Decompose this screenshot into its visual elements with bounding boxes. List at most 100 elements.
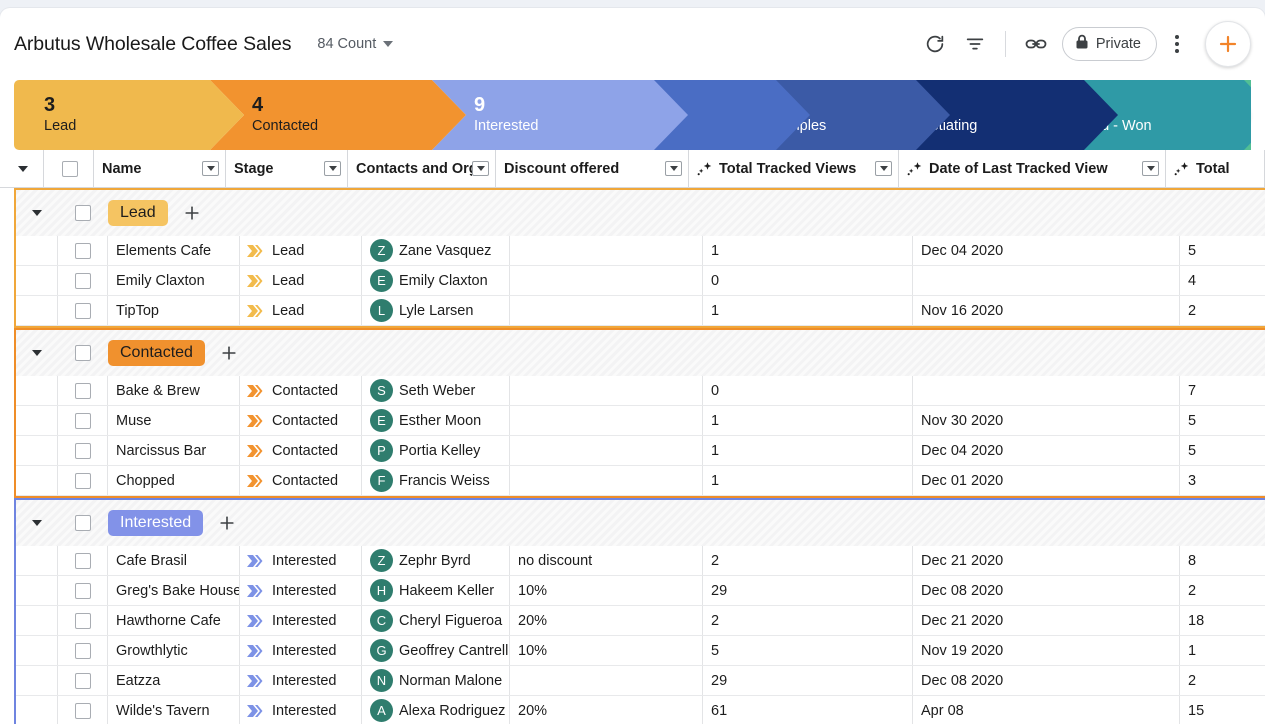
cell-contact[interactable]: PPortia Kelley: [362, 436, 510, 465]
cell-name[interactable]: Muse: [108, 406, 240, 435]
cell-name[interactable]: Emily Claxton: [108, 266, 240, 295]
cell-discount[interactable]: [510, 266, 703, 295]
checkbox-icon[interactable]: [75, 583, 91, 599]
record-count-selector[interactable]: 84 Count: [317, 36, 393, 52]
table-row[interactable]: ChoppedContactedFFrancis Weiss1Dec 01 20…: [16, 466, 1265, 496]
cell-total[interactable]: 5: [1180, 406, 1265, 435]
cell-total[interactable]: 7: [1180, 376, 1265, 405]
column-menu-icon[interactable]: [665, 161, 682, 176]
cell-discount[interactable]: 10%: [510, 636, 703, 665]
cell-contact[interactable]: GGeoffrey Cantrell: [362, 636, 510, 665]
cell-name[interactable]: Bake & Brew: [108, 376, 240, 405]
cell-contact[interactable]: HHakeem Keller: [362, 576, 510, 605]
cell-total[interactable]: 5: [1180, 236, 1265, 265]
row-handle[interactable]: [16, 606, 58, 635]
cell-total-tracked-views[interactable]: 1: [703, 406, 913, 435]
group-header-contacted[interactable]: Contacted: [16, 330, 1265, 376]
cell-discount[interactable]: [510, 406, 703, 435]
cell-total[interactable]: 3: [1180, 466, 1265, 495]
funnel-segment-contacted[interactable]: 4Contacted: [210, 80, 466, 150]
cell-discount[interactable]: [510, 296, 703, 325]
funnel-segment-interested[interactable]: 9Interested: [432, 80, 688, 150]
column-header-date-of-last-tracked-view[interactable]: Date of Last Tracked View: [899, 150, 1166, 187]
row-select-checkbox[interactable]: [58, 666, 108, 695]
row-select-checkbox[interactable]: [58, 606, 108, 635]
row-select-checkbox[interactable]: [58, 296, 108, 325]
cell-date-last-tracked-view[interactable]: Dec 08 2020: [913, 576, 1180, 605]
cell-date-last-tracked-view[interactable]: Nov 16 2020: [913, 296, 1180, 325]
cell-discount[interactable]: [510, 236, 703, 265]
checkbox-icon[interactable]: [75, 643, 91, 659]
table-row[interactable]: Bake & BrewContactedSSeth Weber07: [16, 376, 1265, 406]
cell-date-last-tracked-view[interactable]: [913, 376, 1180, 405]
cell-total-tracked-views[interactable]: 2: [703, 606, 913, 635]
column-header-name[interactable]: Name: [94, 150, 226, 187]
checkbox-icon[interactable]: [75, 273, 91, 289]
row-select-checkbox[interactable]: [58, 266, 108, 295]
cell-stage[interactable]: Interested: [240, 636, 362, 665]
row-handle[interactable]: [16, 266, 58, 295]
cell-stage[interactable]: Contacted: [240, 376, 362, 405]
cell-date-last-tracked-view[interactable]: Dec 04 2020: [913, 236, 1180, 265]
table-row[interactable]: Hawthorne CafeInterestedCCheryl Figueroa…: [16, 606, 1265, 636]
link-icon[interactable]: [1016, 24, 1056, 64]
column-menu-icon[interactable]: [202, 161, 219, 176]
cell-date-last-tracked-view[interactable]: Nov 30 2020: [913, 406, 1180, 435]
checkbox-icon[interactable]: [75, 613, 91, 629]
cell-date-last-tracked-view[interactable]: Dec 04 2020: [913, 436, 1180, 465]
cell-contact[interactable]: LLyle Larsen: [362, 296, 510, 325]
privacy-button[interactable]: Private: [1062, 27, 1157, 61]
cell-discount[interactable]: [510, 466, 703, 495]
group-select-checkbox[interactable]: [58, 515, 108, 531]
row-select-checkbox[interactable]: [58, 636, 108, 665]
group-collapse-toggle[interactable]: [16, 210, 58, 216]
group-select-checkbox[interactable]: [58, 205, 108, 221]
cell-stage[interactable]: Contacted: [240, 406, 362, 435]
table-row[interactable]: Wilde's TavernInterestedAAlexa Rodriguez…: [16, 696, 1265, 724]
checkbox-icon[interactable]: [75, 243, 91, 259]
cell-total[interactable]: 2: [1180, 576, 1265, 605]
cell-name[interactable]: Narcissus Bar: [108, 436, 240, 465]
cell-contact[interactable]: AAlexa Rodriguez: [362, 696, 510, 724]
cell-contact[interactable]: FFrancis Weiss: [362, 466, 510, 495]
row-handle[interactable]: [16, 376, 58, 405]
row-select-checkbox[interactable]: [58, 696, 108, 724]
cell-total[interactable]: 1: [1180, 636, 1265, 665]
cell-name[interactable]: Eatzza: [108, 666, 240, 695]
cell-stage[interactable]: Interested: [240, 666, 362, 695]
cell-name[interactable]: Cafe Brasil: [108, 546, 240, 575]
cell-date-last-tracked-view[interactable]: Apr 08: [913, 696, 1180, 724]
cell-total-tracked-views[interactable]: 1: [703, 296, 913, 325]
cell-total-tracked-views[interactable]: 5: [703, 636, 913, 665]
table-row[interactable]: MuseContactedEEsther Moon 1Nov 30 20205: [16, 406, 1265, 436]
row-handle[interactable]: [16, 636, 58, 665]
cell-discount[interactable]: 20%: [510, 696, 703, 724]
cell-stage[interactable]: Lead: [240, 296, 362, 325]
cell-total[interactable]: 18: [1180, 606, 1265, 635]
table-row[interactable]: TipTopLeadLLyle Larsen1Nov 16 20202: [16, 296, 1265, 326]
cell-contact[interactable]: NNorman Malone: [362, 666, 510, 695]
column-header-contacts-and-organizations[interactable]: Contacts and Orga: [348, 150, 496, 187]
collapse-all-icon[interactable]: [18, 166, 28, 172]
cell-discount[interactable]: no discount: [510, 546, 703, 575]
group-header-lead[interactable]: Lead: [16, 190, 1265, 236]
cell-date-last-tracked-view[interactable]: Dec 21 2020: [913, 606, 1180, 635]
checkbox-icon[interactable]: [75, 413, 91, 429]
column-header-stage[interactable]: Stage: [226, 150, 348, 187]
checkbox-icon[interactable]: [75, 553, 91, 569]
cell-date-last-tracked-view[interactable]: Nov 19 2020: [913, 636, 1180, 665]
cell-date-last-tracked-view[interactable]: Dec 21 2020: [913, 546, 1180, 575]
add-row-to-group-button[interactable]: [219, 343, 239, 363]
cell-contact[interactable]: EEsther Moon: [362, 406, 510, 435]
cell-date-last-tracked-view[interactable]: Dec 01 2020: [913, 466, 1180, 495]
cell-total-tracked-views[interactable]: 61: [703, 696, 913, 724]
cell-discount[interactable]: [510, 436, 703, 465]
table-row[interactable]: Greg's Bake HouseInterestedHHakeem Kelle…: [16, 576, 1265, 606]
cell-contact[interactable]: EEmily Claxton: [362, 266, 510, 295]
table-row[interactable]: EatzzaInterestedNNorman Malone29Dec 08 2…: [16, 666, 1265, 696]
group-collapse-toggle[interactable]: [16, 350, 58, 356]
kebab-menu-icon[interactable]: [1157, 24, 1197, 64]
cell-stage[interactable]: Interested: [240, 546, 362, 575]
cell-name[interactable]: Growthlytic: [108, 636, 240, 665]
cell-stage[interactable]: Interested: [240, 576, 362, 605]
